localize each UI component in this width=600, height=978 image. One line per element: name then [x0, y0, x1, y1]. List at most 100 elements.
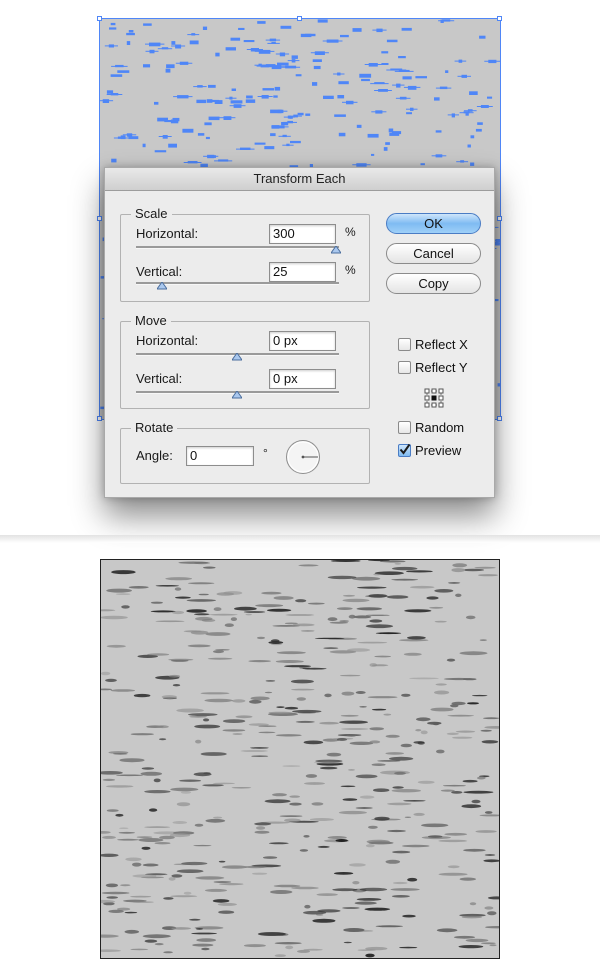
selected-mark — [313, 65, 321, 70]
texture-streak — [415, 729, 422, 732]
selected-mark — [243, 40, 255, 43]
texture-streak — [171, 610, 185, 615]
selected-mark — [208, 116, 220, 121]
dialog-title[interactable]: Transform Each — [105, 168, 494, 191]
move-horizontal-input[interactable]: 0 px — [269, 331, 336, 351]
texture-streak — [349, 863, 366, 867]
texture-streak — [130, 948, 149, 951]
texture-streak — [156, 725, 169, 729]
texture-streak — [200, 752, 227, 756]
scale-horizontal-slider[interactable] — [136, 246, 339, 249]
texture-streak — [101, 853, 119, 857]
selection-handle-br[interactable] — [497, 416, 502, 421]
reference-point-icon[interactable] — [424, 388, 444, 408]
texture-streak — [383, 713, 392, 716]
random-checkbox[interactable] — [398, 421, 411, 434]
move-vertical-input[interactable]: 0 px — [269, 369, 336, 389]
scale-vertical-input[interactable]: 25 — [269, 262, 336, 282]
texture-streak — [324, 693, 332, 698]
texture-streak — [273, 884, 301, 888]
texture-streak — [176, 802, 191, 807]
texture-streak — [407, 877, 418, 882]
texture-streak — [426, 596, 439, 600]
scale-horizontal-input[interactable]: 300 — [269, 224, 336, 244]
texture-streak — [417, 780, 435, 784]
texture-streak — [402, 914, 416, 918]
texture-streak — [204, 888, 228, 892]
selected-mark — [381, 63, 389, 65]
texture-streak — [243, 611, 266, 613]
texture-streak — [144, 790, 171, 794]
texture-streak — [223, 591, 243, 595]
texture-streak — [213, 816, 223, 819]
texture-streak — [165, 577, 193, 581]
texture-streak — [212, 899, 230, 903]
texture-streak — [198, 593, 209, 596]
texture-streak — [293, 623, 315, 627]
selection-handle-ml[interactable] — [97, 216, 102, 221]
ok-button[interactable]: OK — [386, 213, 481, 234]
selection-handle-tr[interactable] — [497, 16, 502, 21]
texture-streak — [113, 753, 128, 755]
texture-streak — [481, 942, 496, 945]
selection-handle-bl[interactable] — [97, 416, 102, 421]
texture-streak — [159, 738, 167, 741]
texture-streak — [203, 772, 211, 775]
selected-mark — [215, 52, 220, 57]
copy-button[interactable]: Copy — [386, 273, 481, 294]
texture-streak — [150, 610, 176, 613]
selected-mark — [398, 56, 406, 59]
texture-streak — [479, 639, 487, 641]
texture-streak — [232, 699, 246, 703]
angle-input[interactable]: 0 — [186, 446, 254, 466]
texture-streak — [155, 620, 185, 623]
texture-streak — [373, 788, 390, 792]
texture-streak — [356, 898, 382, 901]
move-legend: Move — [131, 313, 171, 329]
selected-mark — [197, 133, 205, 136]
texture-streak — [202, 784, 224, 787]
selected-mark — [171, 41, 176, 45]
texture-streak — [249, 699, 262, 704]
cancel-button[interactable]: Cancel — [386, 243, 481, 264]
selected-mark — [312, 59, 322, 62]
selected-mark — [128, 30, 134, 33]
selected-mark — [245, 99, 256, 103]
selected-mark — [295, 74, 302, 77]
texture-streak — [154, 943, 164, 946]
texture-streak — [367, 696, 398, 699]
selected-mark — [230, 37, 241, 41]
reflect-x-checkbox[interactable] — [398, 338, 411, 351]
texture-streak — [339, 720, 368, 724]
texture-streak — [171, 874, 183, 878]
texture-streak — [203, 718, 210, 722]
texture-streak — [102, 835, 116, 839]
texture-streak — [371, 708, 387, 711]
texture-streak — [101, 609, 116, 612]
texture-streak — [447, 582, 461, 584]
selection-handle-mr[interactable] — [497, 216, 502, 221]
selected-mark — [334, 114, 346, 117]
texture-streak — [459, 877, 476, 881]
texture-streak — [407, 636, 426, 640]
texture-streak — [314, 637, 345, 640]
texture-streak — [124, 911, 138, 914]
selected-mark — [154, 101, 159, 105]
scale-vertical-label: Vertical: — [136, 264, 183, 279]
texture-streak — [461, 915, 482, 919]
selected-mark — [312, 82, 318, 86]
texture-streak — [142, 934, 171, 939]
preview-checkbox[interactable] — [398, 443, 411, 457]
angle-dial-icon[interactable] — [284, 438, 322, 476]
texture-streak — [339, 674, 361, 677]
texture-streak — [111, 570, 136, 575]
texture-streak — [368, 841, 394, 845]
selection-handle-tl[interactable] — [97, 16, 102, 21]
texture-streak — [218, 910, 235, 914]
selection-handle-tm[interactable] — [297, 16, 302, 21]
selected-mark — [110, 74, 123, 77]
texture-streak — [264, 799, 291, 804]
selected-mark — [204, 122, 212, 126]
reflect-y-checkbox[interactable] — [398, 361, 411, 374]
selected-mark — [143, 64, 151, 68]
